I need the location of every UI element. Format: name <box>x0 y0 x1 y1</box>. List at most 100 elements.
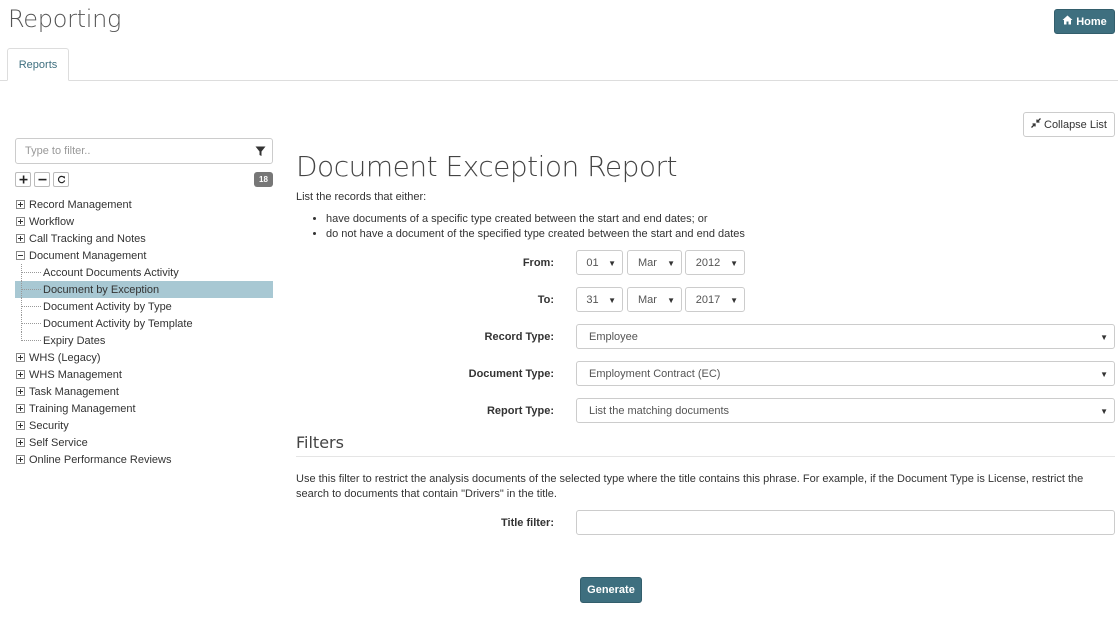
tree-node-label: Online Performance Reviews <box>29 453 172 466</box>
expand-icon[interactable] <box>16 353 25 362</box>
expand-icon[interactable] <box>16 387 25 396</box>
from-month-select[interactable]: Mar ▼ <box>627 250 682 275</box>
caret-down-icon: ▼ <box>730 259 738 268</box>
collapse-all-button[interactable] <box>34 172 50 187</box>
tree-node-label: Call Tracking and Notes <box>29 232 146 245</box>
refresh-icon <box>57 175 65 184</box>
caret-down-icon: ▼ <box>667 296 675 305</box>
report-type-label: Report Type: <box>486 404 554 417</box>
expand-icon[interactable] <box>16 421 25 430</box>
to-label: To: <box>537 293 554 306</box>
caret-down-icon: ▼ <box>1100 370 1108 379</box>
from-year-value: 2012 <box>695 256 721 269</box>
expand-icon[interactable] <box>16 404 25 413</box>
tree-filter <box>15 138 273 164</box>
expand-icon[interactable] <box>16 200 25 209</box>
from-year-select[interactable]: 2012 ▼ <box>685 250 745 275</box>
criteria-item: do not have a document of the specified … <box>326 227 745 242</box>
tree-node-label: Workflow <box>29 215 75 228</box>
tree-node-document-management[interactable]: Document Management <box>15 247 273 264</box>
report-intro: List the records that either: <box>296 191 427 203</box>
caret-down-icon: ▼ <box>1100 333 1108 342</box>
tab-reports[interactable]: Reports <box>7 48 69 81</box>
to-day-value: 31 <box>586 293 599 306</box>
tree-node-whs-management[interactable]: WHS Management <box>15 366 273 383</box>
tree-node-label: Training Management <box>29 402 136 415</box>
document-type-select[interactable]: Employment Contract (EC) ▼ <box>576 361 1115 386</box>
record-type-label: Record Type: <box>484 330 554 343</box>
tree-item-document-by-exception[interactable]: Document by Exception <box>15 281 273 298</box>
tree-node-self-service[interactable]: Self Service <box>15 434 273 451</box>
tree-item-document-activity-by-type[interactable]: Document Activity by Type <box>15 298 273 315</box>
report-criteria-list: have documents of a specific type create… <box>296 212 745 242</box>
report-tree: Record Management Workflow Call Tracking… <box>15 196 273 468</box>
from-day-value: 01 <box>586 256 599 269</box>
expand-all-button[interactable] <box>15 172 31 187</box>
to-day-select[interactable]: 31 ▼ <box>576 287 623 312</box>
refresh-button[interactable] <box>53 172 69 187</box>
title-filter-label: Title filter: <box>501 516 554 529</box>
collapse-icon[interactable] <box>16 251 25 260</box>
tree-node-label: Task Management <box>29 385 119 398</box>
caret-down-icon: ▼ <box>730 296 738 305</box>
report-type-value: List the matching documents <box>589 404 730 417</box>
document-type-value: Employment Contract (EC) <box>589 367 721 380</box>
from-month-value: Mar <box>638 256 657 269</box>
tree-node-workflow[interactable]: Workflow <box>15 213 273 230</box>
report-title: Document Exception Report <box>296 150 677 183</box>
expand-icon[interactable] <box>16 438 25 447</box>
title-filter-input[interactable] <box>576 510 1115 535</box>
home-button-label: Home <box>1076 15 1107 28</box>
plus-icon <box>19 175 27 184</box>
record-type-select[interactable]: Employee ▼ <box>576 324 1115 349</box>
tree-item-label: Document by Exception <box>43 283 160 296</box>
to-month-value: Mar <box>638 293 657 306</box>
tree-item-document-activity-by-template[interactable]: Document Activity by Template <box>15 315 273 332</box>
tree-item-label: Expiry Dates <box>43 334 106 347</box>
expand-icon[interactable] <box>16 455 25 464</box>
tree-toolbar <box>15 172 69 187</box>
tree-item-label: Document Activity by Template <box>43 317 193 330</box>
caret-down-icon: ▼ <box>667 259 675 268</box>
tree-item-account-documents-activity[interactable]: Account Documents Activity <box>15 264 273 281</box>
expand-icon[interactable] <box>16 234 25 243</box>
tree-node-label: WHS Management <box>29 368 122 381</box>
tree-item-label: Document Activity by Type <box>43 300 172 313</box>
caret-down-icon: ▼ <box>608 259 616 268</box>
generate-button[interactable]: Generate <box>580 577 642 603</box>
page-title: Reporting <box>8 5 122 33</box>
tree-node-whs-legacy[interactable]: WHS (Legacy) <box>15 349 273 366</box>
caret-down-icon: ▼ <box>1100 407 1108 416</box>
from-day-select[interactable]: 01 ▼ <box>576 250 623 275</box>
expand-icon[interactable] <box>16 370 25 379</box>
tree-node-task-management[interactable]: Task Management <box>15 383 273 400</box>
tree-node-label: Document Management <box>29 249 147 262</box>
tree-node-security[interactable]: Security <box>15 417 273 434</box>
tree-node-training-management[interactable]: Training Management <box>15 400 273 417</box>
tree-node-call-tracking[interactable]: Call Tracking and Notes <box>15 230 273 247</box>
collapse-list-label: Collapse List <box>1044 118 1107 131</box>
to-year-select[interactable]: 2017 ▼ <box>685 287 745 312</box>
tab-reports-label: Reports <box>18 58 58 71</box>
tree-node-label: Security <box>29 419 69 432</box>
tree-item-expiry-dates[interactable]: Expiry Dates <box>15 332 273 349</box>
collapse-list-button[interactable]: Collapse List <box>1023 112 1115 137</box>
home-button[interactable]: Home <box>1054 9 1115 34</box>
report-type-select[interactable]: List the matching documents ▼ <box>576 398 1115 423</box>
minus-icon <box>38 178 46 181</box>
filters-description: Use this filter to restrict the analysis… <box>296 473 1084 500</box>
to-month-select[interactable]: Mar ▼ <box>627 287 682 312</box>
criteria-item: have documents of a specific type create… <box>326 212 745 227</box>
tree-item-label: Account Documents Activity <box>43 266 179 279</box>
expand-icon[interactable] <box>16 217 25 226</box>
tree-node-record-management[interactable]: Record Management <box>15 196 273 213</box>
filters-heading: Filters <box>296 433 1115 457</box>
report-count-badge: 18 <box>254 172 273 187</box>
funnel-icon[interactable] <box>248 146 272 157</box>
record-type-value: Employee <box>589 330 638 343</box>
tree-filter-input[interactable] <box>16 145 248 157</box>
tree-node-online-performance-reviews[interactable]: Online Performance Reviews <box>15 451 273 468</box>
document-type-label: Document Type: <box>468 367 554 380</box>
tree-node-label: Record Management <box>29 198 132 211</box>
compress-icon <box>1031 118 1041 131</box>
